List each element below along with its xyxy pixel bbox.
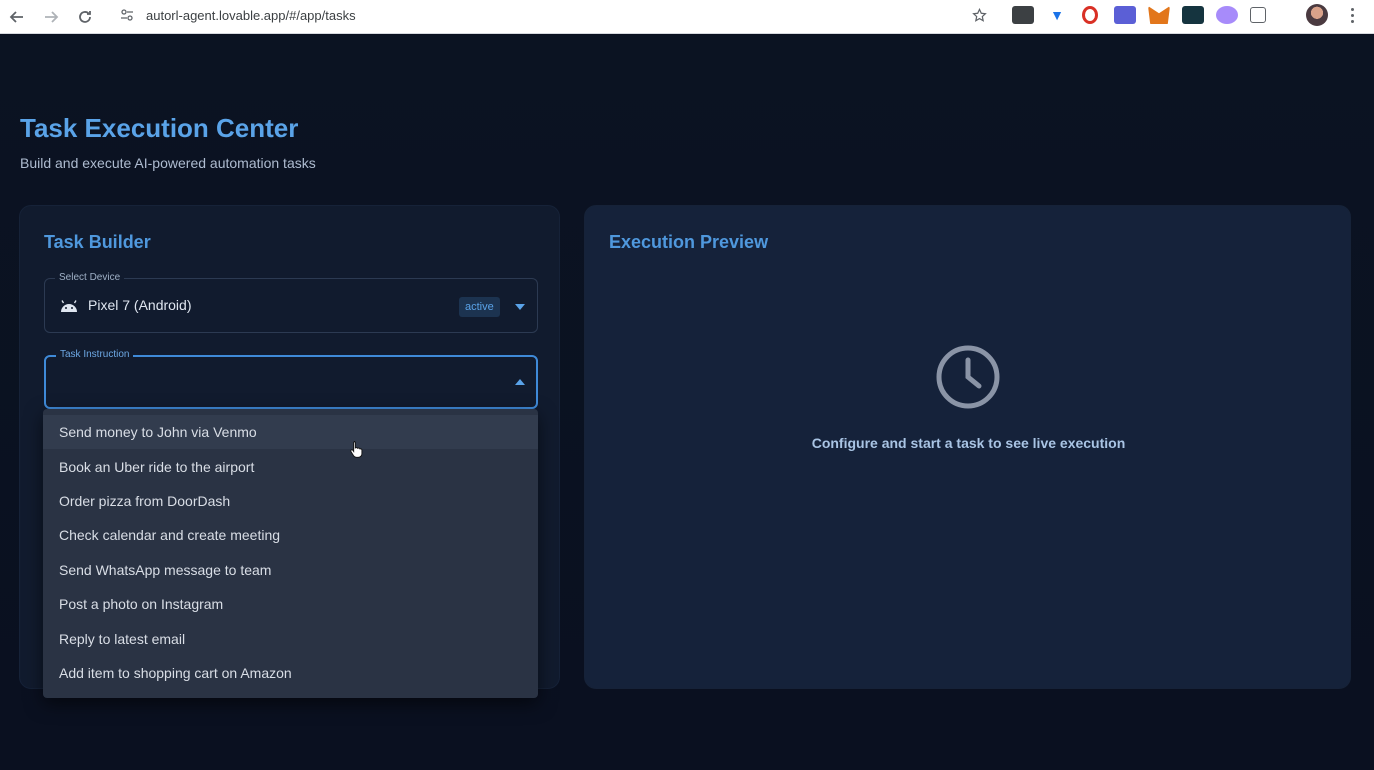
reload-button[interactable]: [68, 0, 102, 34]
task-builder-title: Task Builder: [44, 232, 151, 252]
menu-item[interactable]: Add item to shopping cart on Amazon: [43, 656, 538, 690]
menu-item[interactable]: Send money to John via Venmo: [43, 415, 538, 450]
menu-item[interactable]: Reply to latest email: [43, 621, 538, 655]
extension-icon[interactable]: [1012, 6, 1034, 24]
extension-icon[interactable]: [1182, 6, 1204, 24]
browser-toolbar: autorl-agent.lovable.app/#/app/tasks ▼: [0, 0, 1374, 34]
site-settings-icon[interactable]: [118, 6, 136, 24]
task-instruction-field[interactable]: Task Instruction: [44, 349, 538, 409]
task-instruction-input[interactable]: [58, 371, 498, 393]
menu-item[interactable]: Post a photo on Instagram: [43, 587, 538, 621]
profile-avatar[interactable]: [1306, 4, 1328, 26]
android-icon: [61, 300, 77, 312]
forward-button[interactable]: [34, 0, 68, 34]
menu-item[interactable]: Check calendar and create meeting: [43, 518, 538, 552]
menu-item[interactable]: Send WhatsApp message to team: [43, 553, 538, 587]
browser-menu-icon[interactable]: [1342, 4, 1362, 26]
execution-preview-panel: Execution Preview Configure and start a …: [584, 205, 1351, 689]
extensions-bar: ▼: [1012, 4, 1278, 26]
execution-preview-title: Execution Preview: [609, 232, 769, 252]
device-select[interactable]: Select Device Pixel 7 (Android) active: [44, 272, 538, 333]
extension-icon[interactable]: [1148, 6, 1170, 24]
chevron-down-icon[interactable]: [515, 304, 525, 310]
extension-icon[interactable]: ▼: [1046, 6, 1068, 24]
menu-item[interactable]: Book an Uber ride to the airport: [43, 449, 538, 483]
device-select-label: Select Device: [55, 272, 125, 283]
extension-icon[interactable]: [1082, 6, 1098, 24]
status-badge: active: [459, 297, 500, 317]
empty-state-message: Configure and start a task to see live e…: [811, 435, 1126, 451]
page-subtitle: Build and execute AI-powered automation …: [20, 155, 316, 171]
chevron-up-icon[interactable]: [515, 379, 525, 385]
reload-icon: [79, 10, 91, 23]
arrow-right-icon: [45, 10, 59, 23]
extension-icon[interactable]: [1114, 6, 1136, 24]
device-value: Pixel 7 (Android): [88, 297, 192, 313]
task-suggestions-menu: Send money to John via Venmo Book an Ube…: [43, 409, 538, 698]
menu-item[interactable]: Order pizza from DoorDash: [43, 484, 538, 518]
task-instruction-label: Task Instruction: [56, 349, 134, 360]
url-text[interactable]: autorl-agent.lovable.app/#/app/tasks: [146, 8, 356, 23]
clock-icon: [936, 345, 1000, 409]
address-bar[interactable]: autorl-agent.lovable.app/#/app/tasks: [110, 2, 1000, 28]
puzzle-icon[interactable]: [1250, 7, 1266, 23]
mouse-cursor-icon: [350, 441, 363, 458]
app-root: Task Execution Center Build and execute …: [0, 35, 1374, 770]
bookmark-star-icon[interactable]: [968, 4, 990, 26]
page-title: Task Execution Center: [20, 113, 299, 143]
arrow-left-icon: [9, 10, 23, 23]
extension-icon[interactable]: [1216, 6, 1238, 24]
back-button[interactable]: [0, 0, 34, 34]
